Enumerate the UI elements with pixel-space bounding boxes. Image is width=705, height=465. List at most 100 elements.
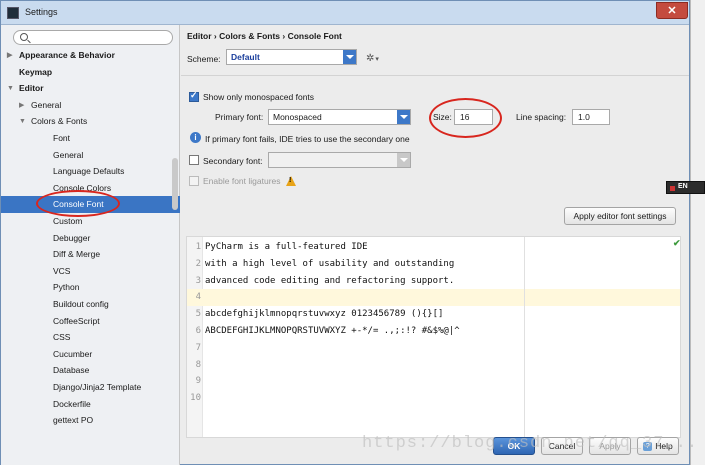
sidebar-item-general[interactable]: General (1, 147, 180, 164)
sidebar-item-debugger[interactable]: Debugger (1, 230, 180, 247)
line-number: 5 (195, 309, 201, 320)
code-line[interactable]: 7 (187, 340, 680, 357)
expanded-arrow-icon[interactable]: ▼ (7, 80, 14, 97)
sidebar-item-python[interactable]: Python (1, 279, 180, 296)
sidebar-item-label: Cucumber (53, 348, 93, 359)
breadcrumb: Editor › Colors & Fonts › Console Font (187, 31, 342, 41)
collapsed-arrow-icon[interactable]: ▶ (19, 97, 24, 114)
secondary-font-label: Secondary font: (203, 156, 263, 166)
primary-font-select[interactable]: Monospaced (268, 109, 411, 125)
code-text: abcdefghijklmnopqrstuvwxyz 0123456789 ()… (205, 309, 444, 320)
sidebar-item-label: Appearance & Behavior (19, 50, 115, 60)
code-line[interactable]: 1 PyCharm is a full-featured IDE (187, 239, 680, 256)
line-number: 4 (195, 292, 201, 303)
line-number: 9 (195, 376, 201, 387)
font-preview-editor[interactable]: 1 PyCharm is a full-featured IDE 2 with a h… (186, 236, 681, 438)
secondary-font-select[interactable] (268, 152, 411, 168)
right-margin-guide (524, 237, 525, 437)
sidebar-item-cucumber[interactable]: Cucumber (1, 346, 180, 363)
code-line[interactable]: 6 ABCDEFGHIJKLMNOPQRSTUVWXYZ +-*/= .,;:!?… (187, 323, 680, 340)
sidebar-item-language-defaults[interactable]: Language Defaults (1, 163, 180, 180)
sidebar-item-label: Custom (53, 216, 83, 226)
sidebar-item-buildout-config[interactable]: Buildout config (1, 296, 180, 313)
code-text: advanced code editing and refactoring su… (205, 275, 455, 286)
sidebar-item-label: Console Colors (53, 182, 112, 193)
settings-window: Settings ✕ ▶ Appearance & Behavior Keymap ▼… (0, 0, 690, 465)
font-size-field[interactable]: 16 (454, 109, 493, 125)
line-spacing-field[interactable]: 1.0 (572, 109, 610, 125)
pycharm-app-icon (7, 7, 19, 19)
info-icon: i (190, 132, 201, 143)
line-number: 1 (195, 242, 201, 252)
sidebar-item-keymap[interactable]: Keymap (1, 64, 180, 81)
sidebar-scrollbar[interactable] (172, 158, 178, 210)
code-line[interactable]: 9 (187, 373, 680, 390)
sidebar-item-label: CoffeeScript (53, 315, 100, 326)
primary-font-label: Primary font: (215, 112, 264, 122)
collapsed-arrow-icon[interactable]: ▶ (7, 47, 12, 64)
title-bar[interactable]: Settings ✕ (1, 1, 689, 25)
ligatures-label: Enable font ligatures (203, 176, 281, 186)
sidebar-item-console-colors[interactable]: Console Colors (1, 180, 180, 197)
scheme-select[interactable]: Default (226, 49, 357, 65)
sidebar-item-label: Django/Jinja2 Template (53, 382, 142, 392)
settings-search[interactable] (13, 30, 173, 45)
chevron-down-icon (397, 110, 410, 124)
code-line[interactable]: 4 (187, 289, 680, 307)
sidebar-item-gettext-po[interactable]: gettext PO (1, 412, 180, 429)
line-spacing-label: Line spacing: (516, 112, 567, 122)
ligatures-checkbox[interactable] (189, 176, 199, 186)
sidebar-item-font[interactable]: Font (1, 130, 180, 147)
sidebar-item-label: Diff & Merge (53, 249, 101, 260)
line-number: 8 (195, 359, 201, 370)
code-line[interactable]: 2 with a high level of usability and outs… (187, 256, 680, 273)
sidebar-item-label: Dockerfile (53, 398, 91, 409)
sidebar-item-appearance-behavior[interactable]: ▶ Appearance & Behavior (1, 47, 180, 64)
code-line[interactable]: 10 (187, 390, 680, 407)
sidebar-item-label: General (31, 99, 62, 110)
info-text: If primary font fails, IDE tries to use … (205, 134, 410, 144)
sidebar-item-diff-merge[interactable]: Diff & Merge (1, 246, 180, 263)
search-input[interactable] (32, 31, 168, 44)
ime-language-indicator[interactable]: EN (666, 181, 705, 194)
sidebar-item-django-jinja2-template[interactable]: Django/Jinja2 Template (1, 379, 180, 396)
line-number: 3 (195, 275, 201, 286)
sidebar-item-label: gettext PO (53, 415, 94, 426)
gear-icon[interactable]: ✲ (366, 53, 379, 64)
expanded-arrow-icon[interactable]: ▼ (19, 113, 26, 130)
sidebar-item-label: Python (53, 282, 80, 293)
sidebar-item-colors-fonts[interactable]: ▼ Colors & Fonts (1, 113, 180, 130)
code-line[interactable]: 8 (187, 357, 680, 374)
sidebar-item-database[interactable]: Database (1, 362, 180, 379)
sidebar-item-vcs[interactable]: VCS (1, 263, 180, 280)
apply-editor-font-settings-button[interactable]: Apply editor font settings (564, 207, 676, 225)
monospaced-only-checkbox[interactable] (189, 90, 199, 102)
scheme-value: Default (231, 52, 260, 62)
sidebar-item-label: Database (53, 365, 90, 376)
ime-flag-icon (670, 186, 675, 191)
line-number: 7 (195, 342, 201, 353)
window-title: Settings (25, 7, 58, 17)
secondary-font-checkbox[interactable] (189, 155, 199, 165)
sidebar-item-editor[interactable]: ▼ Editor (1, 80, 180, 97)
sidebar-item-console-font[interactable]: Console Font (1, 196, 180, 214)
divider (181, 75, 689, 76)
close-button[interactable]: ✕ (656, 2, 688, 19)
sidebar-item-label: General (53, 149, 84, 160)
sidebar-item-css[interactable]: CSS (1, 329, 180, 346)
sidebar-item-coffeescript[interactable]: CoffeeScript (1, 313, 180, 330)
watermark: https://blog.csdn.net/qq_37... (362, 434, 699, 453)
sidebar-item-label: Debugger (53, 232, 91, 243)
sidebar-item-custom[interactable]: Custom (1, 213, 180, 230)
code-text: ABCDEFGHIJKLMNOPQRSTUVWXYZ +-*/= .,;:!? … (205, 326, 460, 336)
code-line[interactable]: 3 advanced code editing and refactoring s… (187, 273, 680, 290)
sidebar-item-general[interactable]: ▶ General (1, 97, 180, 114)
background-window-edge (690, 0, 705, 465)
code-text: with a high level of usability and outst… (205, 258, 455, 269)
chevron-down-icon (343, 50, 356, 64)
sidebar-item-label: VCS (53, 265, 71, 276)
primary-font-value: Monospaced (273, 112, 322, 122)
sidebar-item-dockerfile[interactable]: Dockerfile (1, 396, 180, 413)
warning-icon (286, 176, 296, 186)
code-line[interactable]: 5 abcdefghijklmnopqrstuvwxyz 0123456789 (… (187, 306, 680, 323)
